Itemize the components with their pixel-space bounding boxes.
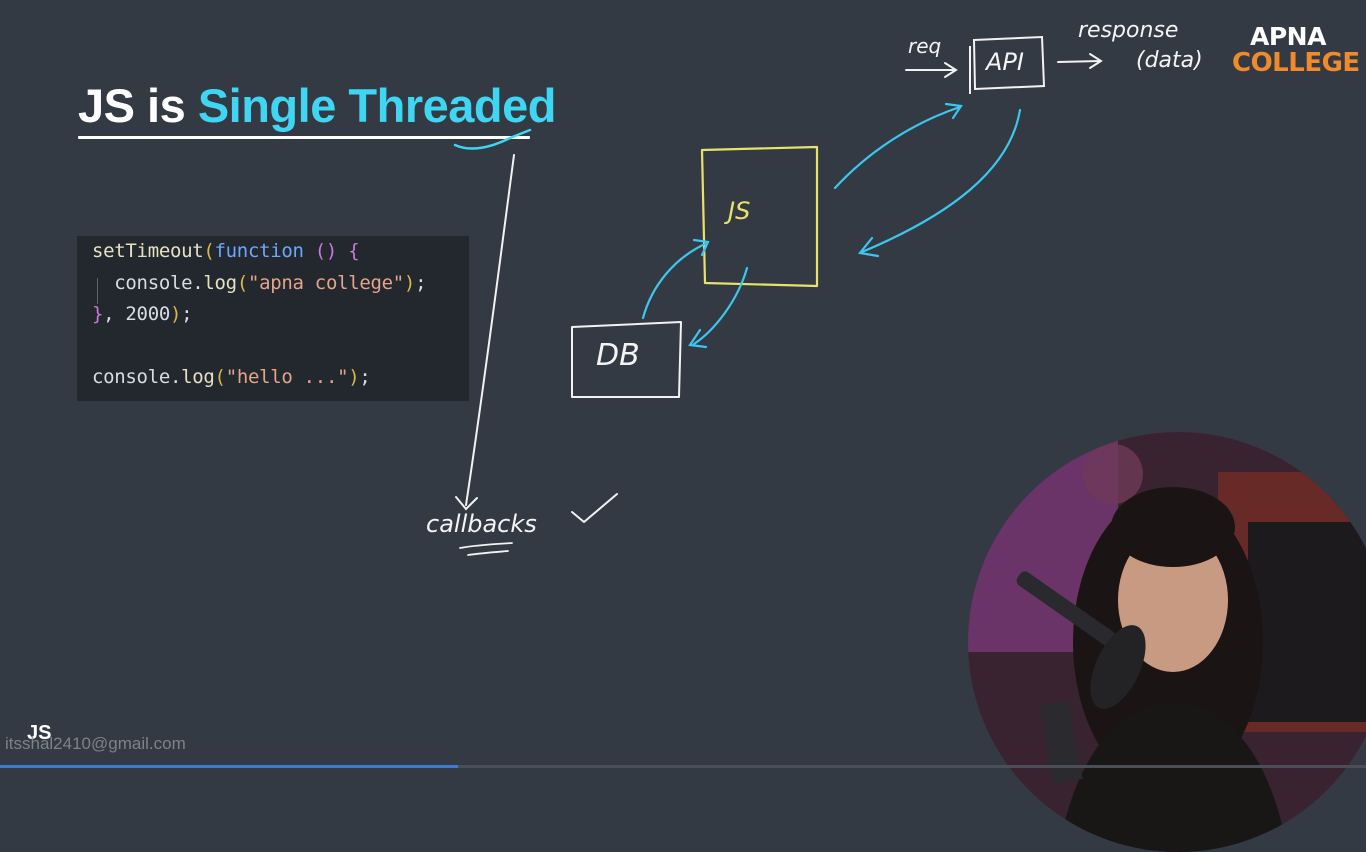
logo-line-1: APNA bbox=[1250, 22, 1326, 51]
api-to-js-arrow bbox=[860, 108, 1022, 254]
data-label: (data) bbox=[1136, 48, 1203, 73]
callbacks-check-mark bbox=[571, 493, 618, 523]
js-to-db-arrow bbox=[692, 266, 749, 346]
logo-line-2: COLLEGE bbox=[1232, 48, 1360, 78]
js-box-label: JS bbox=[728, 197, 751, 225]
response-arrow bbox=[1057, 60, 1101, 63]
callbacks-underline-1 bbox=[459, 542, 513, 549]
presenter-webcam bbox=[968, 432, 1366, 852]
callbacks-underline-2 bbox=[467, 550, 509, 556]
db-box-label: DB bbox=[596, 338, 640, 373]
js-to-db-arrowhead bbox=[688, 328, 708, 349]
apna-college-logo: APNA COLLEGE bbox=[1232, 22, 1360, 78]
callbacks-label: callbacks bbox=[426, 510, 537, 538]
req-label: req bbox=[908, 34, 942, 58]
response-label: response bbox=[1078, 18, 1179, 43]
api-box-label: API bbox=[986, 48, 1024, 76]
title-check-mark bbox=[453, 128, 532, 150]
callbacks-pointer-line bbox=[465, 154, 515, 506]
db-to-js-arrow bbox=[641, 242, 707, 320]
js-to-api-arrow bbox=[833, 105, 962, 190]
watermark-email: itsshal2410@gmail.com bbox=[5, 734, 186, 753]
presenter-image bbox=[968, 432, 1366, 852]
js-box bbox=[700, 145, 819, 288]
